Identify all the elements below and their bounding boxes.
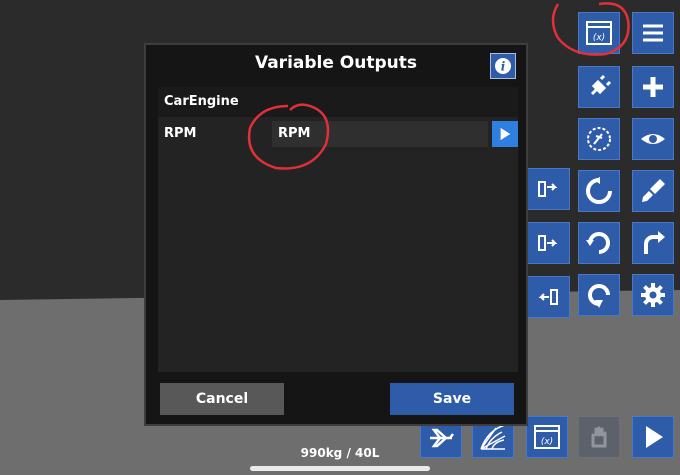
paint-icon [642,179,665,202]
rotate-icon [586,177,612,204]
part-arrow-tab-2[interactable] [526,222,570,264]
settings-button[interactable] [632,274,674,316]
cancel-button[interactable]: Cancel [160,383,284,415]
output-label: RPM [164,126,197,141]
undo-rotation-icon [588,284,610,308]
connect-icon [590,74,612,96]
menu-icon [643,24,663,42]
variables-button[interactable]: (x) [578,12,620,54]
variable-outputs-dialog: Variable Outputs i CarEngine RPM RPM Can… [144,43,528,426]
view-icon [641,134,665,144]
arrow-left-icon [538,289,558,305]
settings-icon [641,283,665,307]
svg-text:(x): (x) [593,33,605,43]
redo-icon [644,231,665,254]
output-select-button[interactable] [492,121,518,147]
redo-button[interactable] [632,222,674,264]
output-variable-field[interactable]: RPM [272,121,488,147]
variables-icon: (x) [586,21,612,45]
add-part-button[interactable] [632,66,674,108]
undo-rotation-button[interactable] [578,274,620,316]
part-arrow-tab-1[interactable] [526,168,570,210]
gyro-button[interactable] [578,118,620,160]
arrow-right-icon [538,181,558,197]
dialog-title: Variable Outputs [254,53,418,73]
view-button[interactable] [632,118,674,160]
play-arrow-icon [500,127,511,141]
add-icon [643,77,663,97]
part-arrow-tab-3[interactable] [526,276,570,318]
info-button[interactable]: i [490,53,516,79]
mass-fuel-readout: 990kg / 40L [300,446,380,460]
rotate-button[interactable] [578,170,620,212]
connect-button[interactable] [578,66,620,108]
menu-button[interactable] [632,12,674,54]
paint-button[interactable] [632,170,674,212]
svg-text:i: i [501,60,506,74]
section-header: CarEngine [158,87,518,117]
outputs-list: CarEngine RPM RPM [158,87,518,372]
info-icon: i [495,58,511,74]
reset-rotation-icon [586,232,610,254]
arrow-right-icon [538,235,558,251]
save-button[interactable]: Save [390,383,514,415]
gyro-icon [587,127,611,151]
reset-rotation-button[interactable] [578,222,620,264]
home-indicator[interactable] [250,466,430,471]
